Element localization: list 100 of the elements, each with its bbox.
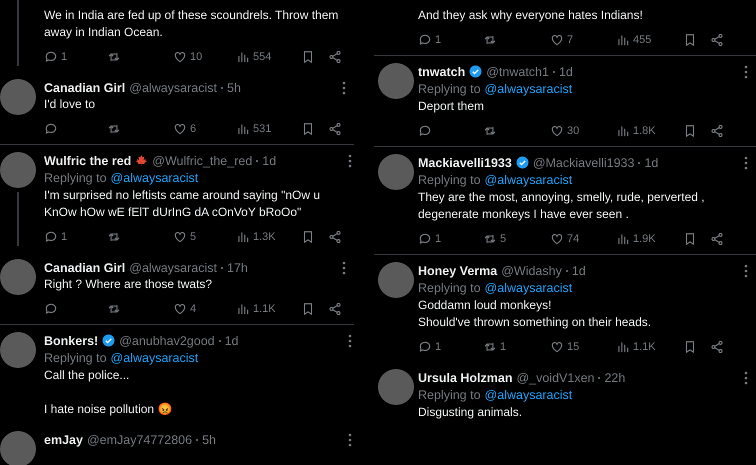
bookmark-icon[interactable] xyxy=(683,124,697,138)
verified-icon xyxy=(469,65,482,78)
bar-chart-icon[interactable] xyxy=(236,50,250,64)
bar-chart-icon[interactable] xyxy=(616,232,630,246)
bookmark-icon[interactable] xyxy=(301,302,315,316)
mention-link[interactable]: @alwaysaracist xyxy=(484,279,572,297)
bar-chart-icon[interactable] xyxy=(616,124,630,138)
post-time: 1d xyxy=(262,154,276,168)
mention-link[interactable]: @alwaysaracist xyxy=(110,349,198,367)
thread-line xyxy=(17,0,19,66)
bookmark-icon[interactable] xyxy=(683,340,697,354)
heart-icon[interactable] xyxy=(550,340,564,354)
avatar[interactable] xyxy=(0,431,36,465)
repost-icon[interactable] xyxy=(107,122,121,136)
verified-icon xyxy=(102,334,116,347)
mention-link[interactable]: @alwaysaracist xyxy=(484,80,572,98)
user-handle[interactable]: @tnwatch1 xyxy=(486,64,549,78)
mention-link[interactable]: @alwaysaracist xyxy=(484,386,572,404)
share-icon[interactable] xyxy=(328,302,342,316)
like-count: 4 xyxy=(190,303,196,315)
post-text: Right ? Where are those twats? xyxy=(44,276,214,293)
view-count: 1.1K xyxy=(253,303,276,315)
bookmark-icon[interactable] xyxy=(301,50,315,64)
repost-icon[interactable] xyxy=(483,33,497,47)
maple-leaf-icon xyxy=(135,154,148,167)
share-icon[interactable] xyxy=(328,50,342,64)
heart-icon[interactable] xyxy=(550,232,564,246)
heart-icon[interactable] xyxy=(173,230,187,244)
repost-icon[interactable] xyxy=(107,50,121,64)
replying-label: Replying to xyxy=(44,350,107,367)
avatar[interactable] xyxy=(0,152,36,188)
share-icon[interactable] xyxy=(710,124,724,138)
share-icon[interactable] xyxy=(710,33,724,47)
thread-line xyxy=(17,192,19,246)
view-count: 1.8K xyxy=(633,125,656,137)
display-name[interactable]: Ursula Holzman xyxy=(418,370,512,384)
avatar[interactable] xyxy=(0,332,36,368)
reply-icon[interactable] xyxy=(418,124,432,138)
heart-icon[interactable] xyxy=(550,33,564,47)
avatar[interactable] xyxy=(378,63,414,99)
user-handle[interactable]: @anubhav2good xyxy=(119,334,215,348)
heart-icon[interactable] xyxy=(173,50,187,64)
heart-icon[interactable] xyxy=(550,124,564,138)
avatar[interactable] xyxy=(378,154,414,190)
repost-icon[interactable] xyxy=(483,124,497,138)
display-name[interactable]: Canadian Girl xyxy=(44,80,126,94)
post-text: Disgusting animals. xyxy=(418,404,524,421)
reply-icon[interactable] xyxy=(44,302,58,316)
replying-label: Replying to xyxy=(418,387,481,404)
bookmark-icon[interactable] xyxy=(683,232,697,246)
reply-icon[interactable] xyxy=(418,232,432,246)
avatar[interactable] xyxy=(0,259,36,295)
display-name[interactable]: Canadian Girl xyxy=(44,260,126,274)
display-name[interactable]: Wulfric the red xyxy=(44,154,132,168)
display-name[interactable]: Mackiavelli1933 xyxy=(418,156,512,170)
reply-icon[interactable] xyxy=(418,340,432,354)
bar-chart-icon[interactable] xyxy=(236,122,250,136)
replying-label: Replying to xyxy=(418,172,481,189)
repost-icon[interactable] xyxy=(107,230,121,244)
post-text: Call the police... I hate noise pollution 😡 xyxy=(44,367,174,418)
repost-icon[interactable] xyxy=(483,340,497,354)
like-count: 10 xyxy=(190,51,202,63)
view-count: 455 xyxy=(633,34,652,46)
heart-icon[interactable] xyxy=(173,122,187,136)
bar-chart-icon[interactable] xyxy=(236,302,250,316)
user-handle[interactable]: @Mackiavelli1933 xyxy=(532,156,634,170)
user-handle[interactable]: @Wulfric_the_red xyxy=(152,154,252,168)
reply-icon[interactable] xyxy=(44,122,58,136)
reply-icon[interactable] xyxy=(44,50,58,64)
share-icon[interactable] xyxy=(328,122,342,136)
bar-chart-icon[interactable] xyxy=(616,340,630,354)
mention-link[interactable]: @alwaysaracist xyxy=(110,169,198,187)
mention-link[interactable]: @alwaysaracist xyxy=(484,171,572,189)
share-icon[interactable] xyxy=(710,340,724,354)
display-name[interactable]: tnwatch xyxy=(418,64,466,78)
avatar[interactable] xyxy=(0,79,36,115)
avatar[interactable] xyxy=(378,369,414,405)
display-name[interactable]: Bonkers! xyxy=(44,334,98,348)
user-handle[interactable]: @alwaysaracist xyxy=(129,80,217,94)
bookmark-icon[interactable] xyxy=(301,230,315,244)
bar-chart-icon[interactable] xyxy=(616,33,630,47)
user-handle[interactable]: @Widashy xyxy=(501,264,562,278)
share-icon[interactable] xyxy=(710,232,724,246)
user-handle[interactable]: @emJay74772806 xyxy=(86,432,192,446)
display-name[interactable]: emJay xyxy=(44,432,83,446)
reply-count: 1 xyxy=(61,51,68,63)
bookmark-icon[interactable] xyxy=(301,122,315,136)
heart-icon[interactable] xyxy=(173,302,187,316)
repost-icon[interactable] xyxy=(107,302,121,316)
avatar[interactable] xyxy=(378,262,414,298)
repost-icon[interactable] xyxy=(483,232,497,246)
display-name[interactable]: Honey Verma xyxy=(418,264,498,278)
user-handle[interactable]: @_voidV1xen xyxy=(516,370,594,384)
reply-icon[interactable] xyxy=(418,33,432,47)
share-icon[interactable] xyxy=(328,230,342,244)
user-handle[interactable]: @alwaysaracist xyxy=(129,260,217,274)
bookmark-icon[interactable] xyxy=(683,33,697,47)
reply-icon[interactable] xyxy=(44,230,58,244)
bar-chart-icon[interactable] xyxy=(236,230,250,244)
post-time: 22h xyxy=(604,370,626,384)
